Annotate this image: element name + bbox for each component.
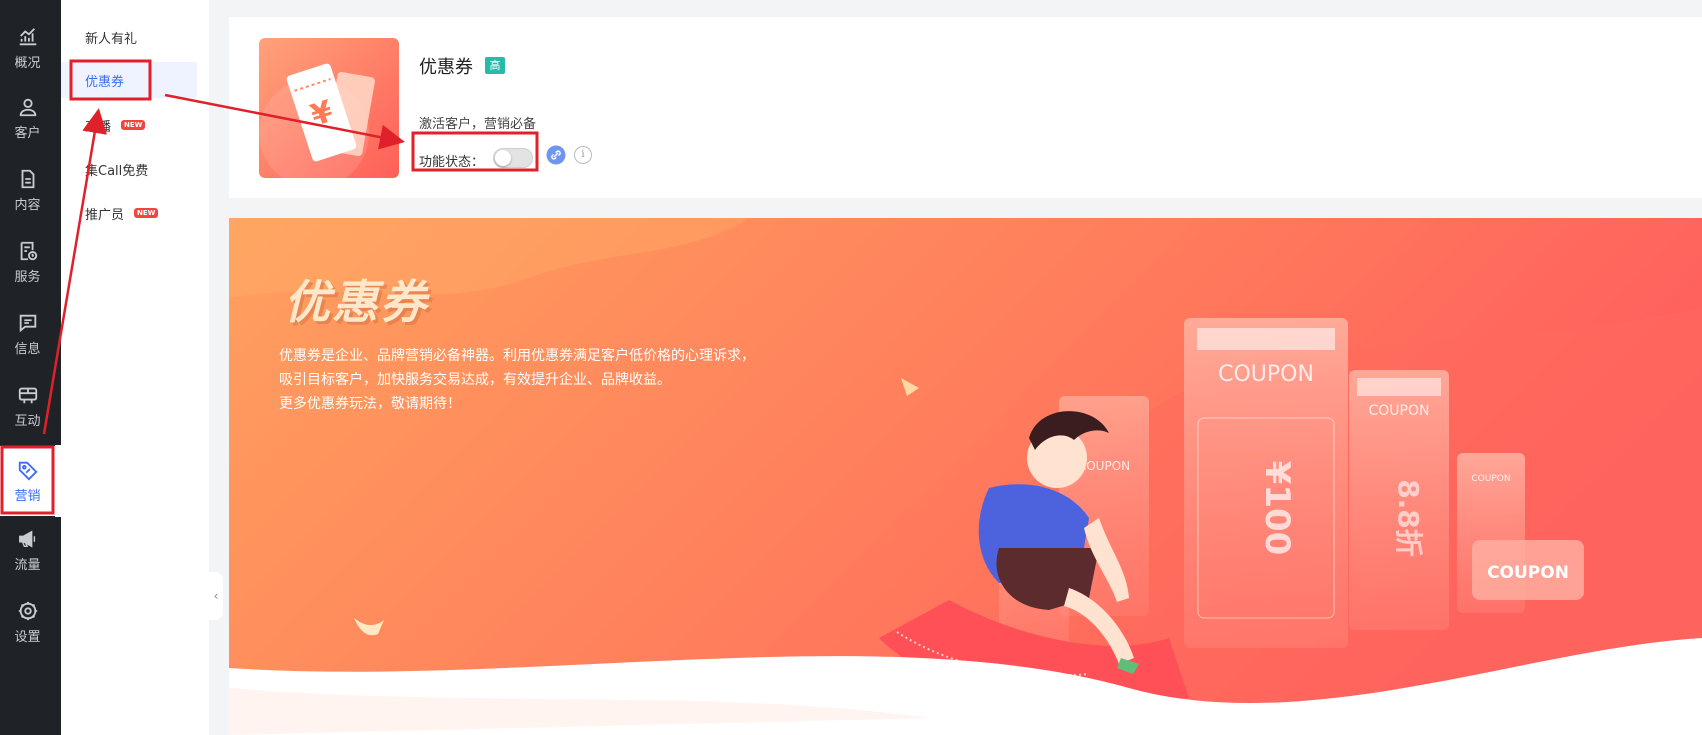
- coupon-label: COUPON: [1471, 474, 1510, 484]
- rail-label: 信息: [14, 341, 41, 357]
- rail-label: 营销: [14, 488, 41, 504]
- coupon-value-100: ¥100: [1257, 461, 1297, 556]
- rail-label: 客户: [14, 125, 41, 141]
- banner-description-line: 吸引目标客户，加快服务交易达成，有效提升企业、品牌收益。: [279, 372, 671, 388]
- rail-item-service[interactable]: 服务: [0, 230, 55, 294]
- rail-label: 互动: [14, 413, 41, 429]
- banner-description-line: 优惠券是企业、品牌营销必备神器。利用优惠券满足客户低价格的心理诉求，: [279, 348, 755, 364]
- icon-rail: 概况 客户 内容 服务 信息 互动 营销 流量 设置: [0, 0, 61, 735]
- subnav-item-promoter[interactable]: 推广员 NEW: [61, 195, 197, 231]
- link-icon[interactable]: [546, 145, 566, 165]
- feature-status-toggle[interactable]: [493, 148, 533, 168]
- rail-item-settings[interactable]: 设置: [0, 590, 55, 654]
- document-icon: [21, 169, 34, 188]
- coupon-label: COUPON: [1369, 403, 1430, 419]
- subnav-label: 推广员: [85, 207, 125, 223]
- new-badge: NEW: [134, 208, 159, 218]
- coupon-label: COUPON: [1487, 563, 1569, 583]
- coupon-thumbnail: ¥: [259, 38, 399, 178]
- rail-item-traffic[interactable]: 流量: [0, 518, 55, 582]
- rail-item-message[interactable]: 信息: [0, 302, 55, 366]
- chart-icon: [19, 27, 36, 45]
- subnav-item-live[interactable]: 直播 NEW: [61, 107, 197, 143]
- tag-icon: [18, 461, 38, 480]
- subnav-label: 优惠券: [85, 74, 125, 90]
- rail-label: 概况: [14, 55, 41, 71]
- status-label: 功能状态：: [419, 155, 485, 170]
- user-icon: [19, 98, 36, 116]
- rail-item-marketing[interactable]: 营销: [0, 446, 55, 516]
- rail-label: 流量: [14, 557, 41, 573]
- card-description: 激活客户，营销必备: [419, 117, 537, 132]
- toggle-knob: [495, 150, 511, 166]
- banner-title: 优惠券: [284, 275, 428, 329]
- subnav-label: 新人有礼: [85, 31, 138, 47]
- subnav-label: 集Call免费: [85, 163, 149, 179]
- rail-label: 内容: [14, 197, 41, 213]
- interact-icon: [18, 387, 37, 403]
- subnav-label: 直播: [85, 119, 112, 135]
- collapse-sidebar-button[interactable]: ‹: [209, 572, 223, 620]
- subnav-item-free-call[interactable]: 集Call免费: [61, 151, 197, 187]
- coupon-ticket-icon: ¥: [259, 38, 399, 178]
- message-icon: [19, 314, 36, 332]
- level-tag: 高: [485, 57, 505, 74]
- rail-item-overview[interactable]: 概况: [0, 16, 55, 80]
- rail-item-customer[interactable]: 客户: [0, 86, 55, 150]
- banner-illustration: COUPON ¥100 COUPON 8.8折 COUPON COUPON CO…: [229, 218, 1702, 735]
- info-icon[interactable]: i: [574, 146, 592, 164]
- subnav-item-coupon[interactable]: 优惠券: [61, 62, 197, 98]
- page-title: 优惠券: [419, 57, 473, 78]
- megaphone-icon: [18, 529, 35, 548]
- sub-navigation: 新人有礼 优惠券 直播 NEW 集Call免费 推广员 NEW: [61, 0, 209, 735]
- chevron-left-icon: ‹: [213, 589, 219, 603]
- rail-label: 设置: [14, 629, 41, 645]
- coupon-banner: COUPON ¥100 COUPON 8.8折 COUPON COUPON CO…: [229, 218, 1702, 735]
- gear-icon: [18, 601, 37, 620]
- rail-label: 服务: [14, 269, 41, 285]
- coupon-value-discount: 8.8折: [1392, 479, 1425, 557]
- coupon-label: COUPON: [1218, 362, 1314, 387]
- app-root: 概况 客户 内容 服务 信息 互动 营销 流量 设置 新人有礼 优惠券 直播 N…: [0, 0, 1702, 735]
- rail-item-content[interactable]: 内容: [0, 158, 55, 222]
- rail-item-interact[interactable]: 互动: [0, 374, 55, 438]
- banner-description-line: 更多优惠券玩法，敬请期待！: [279, 396, 461, 412]
- subnav-item-newcomer-gift[interactable]: 新人有礼: [61, 19, 197, 55]
- coupon-feature-card: ¥ 优惠券 高 激活客户，营销必备 功能状态： i: [229, 17, 1702, 198]
- new-badge: NEW: [121, 120, 146, 130]
- service-icon: [20, 241, 37, 260]
